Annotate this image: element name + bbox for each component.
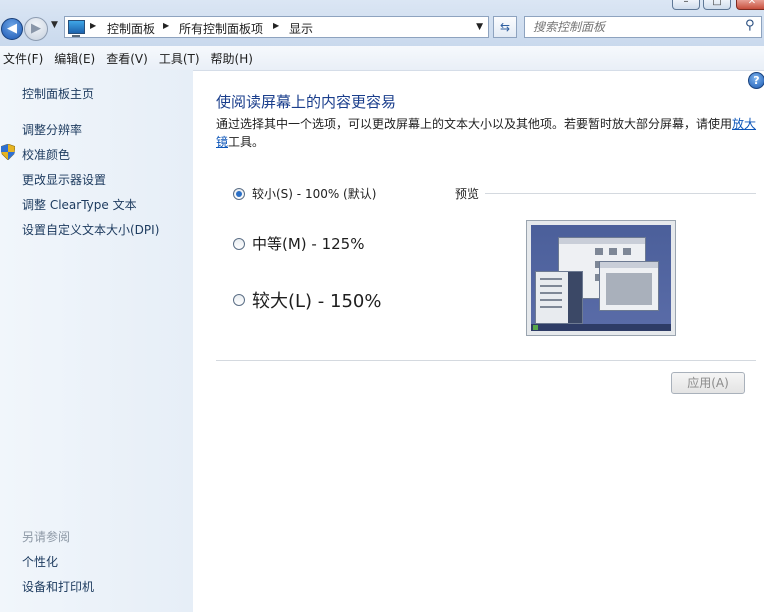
forward-button[interactable]: ▶	[24, 17, 48, 41]
preview-desktop	[531, 225, 671, 331]
address-bar[interactable]: ▶ 控制面板 ▶ 所有控制面板项 ▶ 显示 ▼	[64, 16, 489, 38]
page-description: 通过选择其中一个选项，可以更改屏幕上的文本大小以及其他项。若要暂时放大部分屏幕，…	[216, 115, 761, 151]
breadcrumb-control-panel[interactable]: 控制面板	[107, 20, 155, 37]
breadcrumb-display[interactable]: 显示	[289, 20, 313, 37]
apply-button[interactable]: 应用(A)	[671, 372, 745, 394]
radio-smaller[interactable]	[233, 187, 245, 200]
option-smaller-label: 较小(S) - 100% (默认)	[252, 187, 377, 201]
search-icon[interactable]: ⚲	[745, 18, 755, 33]
help-icon[interactable]: ?	[748, 72, 764, 89]
menu-file[interactable]: 文件(F)	[0, 50, 47, 67]
sidebar-link-custom-dpi[interactable]: 设置自定义文本大小(DPI)	[22, 221, 159, 238]
minimize-icon: –	[683, 0, 689, 7]
minimize-button[interactable]: –	[672, 0, 700, 10]
back-arrow-icon: ◀	[7, 21, 17, 36]
title-bar: – □ ✕ ◀ ▶ ▼ ▶ 控制面板 ▶ 所有控制面板项 ▶ 显示 ▼ ⇆ ⚲	[0, 0, 764, 46]
option-medium-label: 中等(M) - 125%	[252, 235, 365, 253]
control-panel-icon	[68, 20, 85, 37]
menu-bar: 文件(F) 编辑(E) 查看(V) 工具(T) 帮助(H)	[0, 46, 764, 71]
sidebar-link-display-settings[interactable]: 更改显示器设置	[22, 171, 106, 188]
forward-arrow-icon: ▶	[31, 21, 41, 36]
maximize-button[interactable]: □	[703, 0, 731, 10]
close-button[interactable]: ✕	[736, 0, 764, 10]
recent-pages-dropdown[interactable]: ▼	[51, 20, 58, 30]
preview-window-front	[599, 261, 659, 311]
sidebar-link-cleartype[interactable]: 调整 ClearType 文本	[22, 196, 137, 213]
description-text-end: 工具。	[228, 135, 265, 149]
option-larger[interactable]: 较大(L) - 150%	[233, 287, 381, 313]
sidebar: 控制面板主页 调整分辨率 校准颜色 更改显示器设置 调整 ClearType 文…	[0, 70, 193, 612]
preview-image	[526, 220, 676, 336]
preview-label: 预览	[455, 187, 480, 201]
description-text: 通过选择其中一个选项，可以更改屏幕上的文本大小以及其他项。若要暂时放大部分屏幕，…	[216, 117, 733, 131]
option-smaller[interactable]: 较小(S) - 100% (默认)	[233, 185, 376, 202]
shield-icon	[1, 144, 15, 160]
breadcrumb-separator-icon: ▶	[163, 21, 170, 30]
radio-medium[interactable]	[233, 237, 245, 250]
sidebar-link-home[interactable]: 控制面板主页	[22, 85, 94, 102]
preview-taskbar	[531, 324, 671, 331]
option-larger-label: 较大(L) - 150%	[252, 291, 382, 312]
content-divider	[216, 360, 756, 361]
breadcrumb-separator-icon: ▶	[90, 21, 97, 30]
menu-tools[interactable]: 工具(T)	[156, 50, 204, 67]
preview-start-menu	[535, 271, 583, 324]
back-button[interactable]: ◀	[1, 18, 23, 40]
see-also-heading: 另请参阅	[22, 530, 71, 544]
sidebar-link-devices-printers[interactable]: 设备和打印机	[22, 578, 94, 595]
sidebar-link-adjust-resolution[interactable]: 调整分辨率	[22, 121, 82, 138]
chevron-down-icon: ▼	[51, 20, 58, 30]
sidebar-link-calibrate-color[interactable]: 校准颜色	[22, 146, 70, 163]
breadcrumb-all-items[interactable]: 所有控制面板项	[179, 20, 263, 37]
refresh-icon: ⇆	[499, 20, 511, 34]
menu-help[interactable]: 帮助(H)	[208, 50, 257, 67]
sidebar-link-personalization[interactable]: 个性化	[22, 553, 58, 570]
radio-larger[interactable]	[233, 294, 245, 306]
menu-view[interactable]: 查看(V)	[103, 50, 152, 67]
maximize-icon: □	[712, 0, 722, 7]
preview-divider	[485, 193, 756, 194]
option-medium[interactable]: 中等(M) - 125%	[233, 233, 364, 254]
chevron-down-icon[interactable]: ▼	[476, 22, 483, 32]
menu-edit[interactable]: 编辑(E)	[51, 50, 99, 67]
search-input[interactable]	[524, 16, 762, 38]
close-icon: ✕	[747, 0, 757, 7]
breadcrumb-separator-icon: ▶	[273, 21, 280, 30]
refresh-button[interactable]: ⇆	[493, 16, 517, 38]
page-title: 使阅读屏幕上的内容更容易	[216, 93, 397, 111]
